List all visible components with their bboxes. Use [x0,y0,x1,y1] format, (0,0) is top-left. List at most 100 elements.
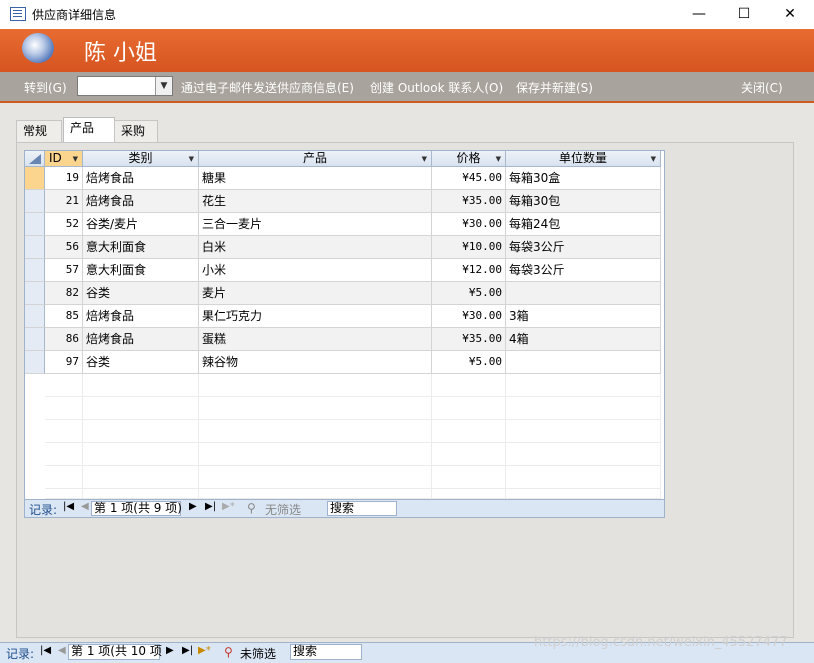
empty-cell [432,374,506,397]
price-cell[interactable]: ¥45.00 [432,167,506,190]
row-selector[interactable] [25,190,45,213]
empty-cell [199,489,432,499]
category-cell[interactable]: 焙烤食品 [83,328,199,351]
column-header-id[interactable]: ID ▼ [45,151,83,167]
column-header-product[interactable]: 产品 ▼ [199,151,432,167]
row-selector[interactable] [25,236,45,259]
form-first-record-icon[interactable]: |◀ [40,645,51,656]
unit-cell[interactable]: 每袋3公斤 [506,259,661,282]
tab-products[interactable]: 产品 [63,117,115,143]
empty-cell [199,443,432,466]
first-record-icon[interactable]: |◀ [63,501,74,512]
datasheet-search-field[interactable]: 搜索 [327,501,397,516]
last-record-icon[interactable]: ▶| [205,501,216,512]
minimize-button[interactable]: — [676,0,722,28]
product-cell[interactable]: 果仁巧克力 [199,305,432,328]
unit-cell[interactable]: 4箱 [506,328,661,351]
row-selector[interactable] [25,305,45,328]
row-selector[interactable] [25,259,45,282]
unit-cell[interactable]: 3箱 [506,305,661,328]
unit-cell[interactable]: 每箱24包 [506,213,661,236]
save-and-new-button[interactable]: 保存并新建(S) [516,79,593,96]
chevron-down-icon[interactable]: ▼ [155,77,172,95]
globe-logo-icon [22,33,54,63]
next-record-icon[interactable]: ▶ [189,501,197,512]
empty-cell [432,489,506,499]
form-filter-icon: ⚲ [224,645,233,659]
category-cell[interactable]: 谷类 [83,282,199,305]
category-cell[interactable]: 意大利面食 [83,259,199,282]
unit-cell[interactable]: 每箱30盒 [506,167,661,190]
record-position-field[interactable]: 第 1 项(共 9 项) [91,501,182,516]
form-record-position-field[interactable]: 第 1 项(共 10 项 [68,644,162,660]
close-form-button[interactable]: 关闭(C) [741,79,783,96]
column-header-category[interactable]: 类别 ▼ [83,151,199,167]
unit-cell[interactable]: 每箱30包 [506,190,661,213]
product-cell[interactable]: 白米 [199,236,432,259]
row-selector[interactable] [25,328,45,351]
form-filter-status[interactable]: 未筛选 [240,645,276,662]
price-cell[interactable]: ¥12.00 [432,259,506,282]
id-cell[interactable]: 85 [45,305,83,328]
category-cell[interactable]: 意大利面食 [83,236,199,259]
products-datasheet: ID ▼ 类别 ▼ 产品 ▼ 价格 ▼ 单位数量 ▼ 19 焙烤食品 糖果 ¥45.00 每箱30… [24,150,665,518]
id-cell[interactable]: 82 [45,282,83,305]
empty-cell [199,466,432,489]
price-cell[interactable]: ¥35.00 [432,190,506,213]
price-cell[interactable]: ¥30.00 [432,213,506,236]
maximize-button[interactable]: ☐ [721,0,767,28]
price-cell[interactable]: ¥30.00 [432,305,506,328]
category-cell[interactable]: 谷类/麦片 [83,213,199,236]
product-cell[interactable]: 辣谷物 [199,351,432,374]
previous-record-icon[interactable]: ◀ [81,501,89,512]
new-record-icon[interactable]: ▶* [222,501,235,512]
tab-purchases[interactable]: 采购 [114,120,158,142]
price-cell[interactable]: ¥5.00 [432,351,506,374]
category-cell[interactable]: 焙烤食品 [83,190,199,213]
close-window-button[interactable]: ✕ [767,0,813,28]
empty-cell [432,397,506,420]
price-cell[interactable]: ¥10.00 [432,236,506,259]
form-search-field[interactable]: 搜索 [290,644,362,660]
id-cell[interactable]: 86 [45,328,83,351]
form-previous-record-icon[interactable]: ◀ [58,645,66,656]
form-last-record-icon[interactable]: ▶| [182,645,193,656]
row-selector[interactable] [25,167,45,190]
empty-cell [45,397,83,420]
id-cell[interactable]: 52 [45,213,83,236]
filter-status[interactable]: 无筛选 [265,501,301,517]
category-cell[interactable]: 焙烤食品 [83,305,199,328]
form-next-record-icon[interactable]: ▶ [166,645,174,656]
id-cell[interactable]: 57 [45,259,83,282]
unit-cell[interactable] [506,351,661,374]
product-cell[interactable]: 小米 [199,259,432,282]
create-outlook-contact-button[interactable]: 创建 Outlook 联系人(O) [370,79,503,96]
tab-general[interactable]: 常规 [16,120,62,142]
goto-combobox[interactable]: ▼ [77,76,173,96]
id-cell[interactable]: 19 [45,167,83,190]
category-cell[interactable]: 谷类 [83,351,199,374]
row-selector[interactable] [25,282,45,305]
select-all-corner[interactable] [25,151,45,167]
unit-cell[interactable] [506,282,661,305]
product-cell[interactable]: 糖果 [199,167,432,190]
category-cell[interactable]: 焙烤食品 [83,167,199,190]
price-cell[interactable]: ¥35.00 [432,328,506,351]
form-new-record-icon[interactable]: ▶* [198,645,211,656]
row-selector[interactable] [25,351,45,374]
column-header-price[interactable]: 价格 ▼ [432,151,506,167]
id-cell[interactable]: 21 [45,190,83,213]
empty-cell [83,374,199,397]
product-cell[interactable]: 麦片 [199,282,432,305]
product-cell[interactable]: 三合一麦片 [199,213,432,236]
price-cell[interactable]: ¥5.00 [432,282,506,305]
product-cell[interactable]: 蛋糕 [199,328,432,351]
row-selector[interactable] [25,213,45,236]
email-supplier-button[interactable]: 通过电子邮件发送供应商信息(E) [181,79,354,96]
id-cell[interactable]: 97 [45,351,83,374]
column-header-unit-quantity[interactable]: 单位数量 ▼ [506,151,661,167]
id-cell[interactable]: 56 [45,236,83,259]
unit-cell[interactable]: 每袋3公斤 [506,236,661,259]
product-cell[interactable]: 花生 [199,190,432,213]
empty-cell [506,374,661,397]
